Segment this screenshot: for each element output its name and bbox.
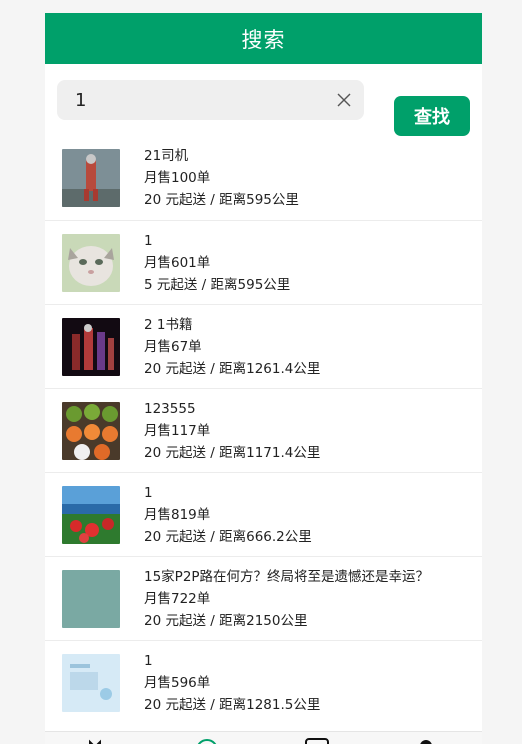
- header-bar: 搜索: [45, 13, 482, 64]
- shop-thumbnail: [62, 233, 120, 292]
- discover-icon[interactable]: [195, 737, 219, 744]
- shop-thumbnail: [62, 653, 120, 712]
- page-title: 搜索: [241, 27, 286, 52]
- shop-info: 1 月售601单 5 元起送 / 距离595公里: [144, 230, 290, 296]
- monthly-sales: 月售601单: [144, 254, 211, 271]
- app-screen: 搜索 查找: [45, 13, 482, 744]
- monthly-sales: 月售596单: [144, 674, 211, 691]
- list-item[interactable]: 1 月售601单 5 元起送 / 距离595公里: [45, 220, 482, 304]
- delivery-info: 20 元起送 / 距离1261.4公里: [144, 360, 321, 377]
- delivery-info: 20 元起送 / 距离1281.5公里: [144, 696, 321, 713]
- profile-icon[interactable]: [418, 737, 434, 744]
- shop-name: 1: [144, 484, 153, 501]
- shop-info: 1 月售596单 20 元起送 / 距离1281.5公里: [144, 650, 320, 716]
- search-button[interactable]: 查找: [394, 96, 470, 136]
- search-box[interactable]: [57, 80, 364, 120]
- shop-name: 2 1书籍: [144, 316, 193, 333]
- search-bar: 查找: [45, 64, 482, 136]
- shop-name: 15家P2P路在何方？终局将至是遗憾还是幸运？: [144, 568, 430, 585]
- list-item[interactable]: 123555 月售117单 20 元起送 / 距离1171.4公里: [45, 388, 482, 472]
- clear-icon[interactable]: [334, 90, 354, 110]
- monthly-sales: 月售67单: [144, 338, 202, 355]
- list-item[interactable]: 2 1书籍 月售67单 20 元起送 / 距离1261.4公里: [45, 304, 482, 388]
- shop-info: 21司机 月售100单 20 元起送 / 距离595公里: [144, 145, 299, 211]
- delivery-info: 5 元起送 / 距离595公里: [144, 276, 291, 293]
- shop-info: 123555 月售117单 20 元起送 / 距离1171.4公里: [144, 398, 320, 464]
- shop-info: 2 1书籍 月售67单 20 元起送 / 距离1261.4公里: [144, 314, 320, 380]
- tab-bar: [45, 731, 482, 744]
- shop-info: 15家P2P路在何方？终局将至是遗憾还是幸运？ 月售722单 20 元起送 / …: [144, 566, 429, 632]
- shop-thumbnail: [62, 401, 120, 460]
- order-icon[interactable]: [305, 737, 329, 744]
- monthly-sales: 月售117单: [144, 422, 211, 439]
- result-list: 21司机 月售100单 20 元起送 / 距离595公里 1 月售601单 5 …: [45, 136, 482, 724]
- shop-thumbnail: [62, 317, 120, 376]
- monthly-sales: 月售819单: [144, 506, 211, 523]
- monthly-sales: 月售722单: [144, 590, 211, 607]
- shop-thumbnail: [62, 569, 120, 628]
- list-item[interactable]: 1 月售819单 20 元起送 / 距离666.2公里: [45, 472, 482, 556]
- shop-info: 1 月售819单 20 元起送 / 距离666.2公里: [144, 482, 312, 548]
- shop-thumbnail: [62, 485, 120, 544]
- delivery-info: 20 元起送 / 距离595公里: [144, 192, 299, 208]
- shop-name: 123555: [144, 400, 196, 417]
- delivery-info: 20 元起送 / 距离666.2公里: [144, 528, 312, 545]
- delivery-info: 20 元起送 / 距离1171.4公里: [144, 444, 321, 461]
- delivery-info: 20 元起送 / 距离2150公里: [144, 612, 308, 629]
- shop-thumbnail: [62, 149, 120, 207]
- home-icon[interactable]: [89, 737, 111, 744]
- search-input[interactable]: [75, 89, 334, 111]
- monthly-sales: 月售100单: [144, 170, 211, 186]
- shop-name: 1: [144, 232, 153, 249]
- shop-name: 1: [144, 652, 153, 669]
- list-item[interactable]: 1 月售596单 20 元起送 / 距离1281.5公里: [45, 640, 482, 724]
- list-item[interactable]: 15家P2P路在何方？终局将至是遗憾还是幸运？ 月售722单 20 元起送 / …: [45, 556, 482, 640]
- shop-name: 21司机: [144, 148, 189, 164]
- list-item[interactable]: 21司机 月售100单 20 元起送 / 距离595公里: [45, 136, 482, 220]
